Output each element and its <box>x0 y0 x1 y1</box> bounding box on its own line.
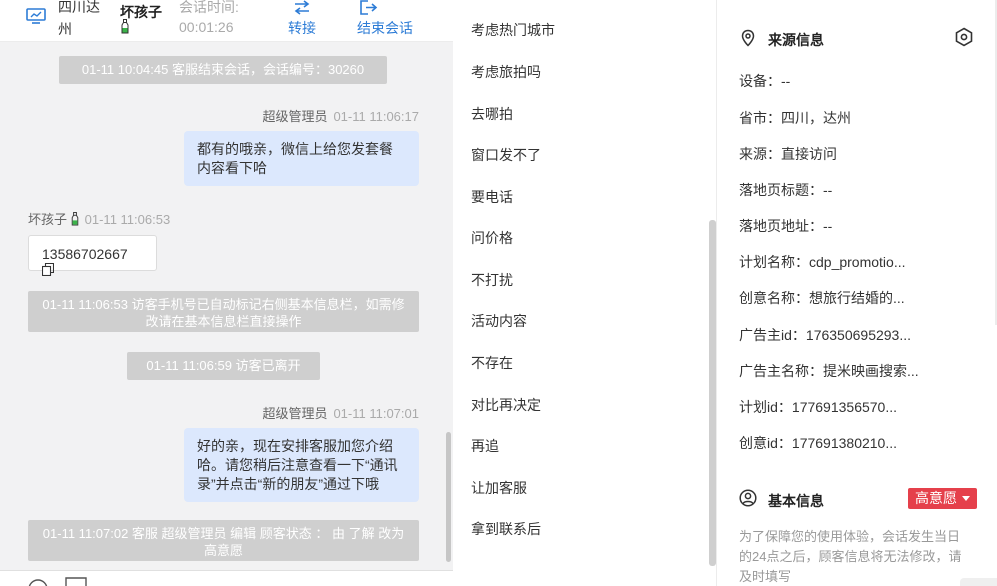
copy-icon[interactable] <box>41 262 55 277</box>
sender-name: 超级管理员 <box>262 406 328 421</box>
message-time: 01-11 11:06:17 <box>333 109 419 124</box>
bottle-icon <box>71 212 78 226</box>
transfer-label: 转接 <box>288 20 316 36</box>
quick-reply-item[interactable]: 让加客服 <box>471 478 527 498</box>
settings-icon[interactable] <box>954 27 974 47</box>
customer-service-workspace: 四川达州 坏孩子 会话时间: 00:01:26 转接 结束会话 01-11 10… <box>0 0 997 586</box>
info-row-plan-id: 计划id：177691356570... <box>739 399 898 415</box>
quick-reply-item[interactable]: 问价格 <box>471 228 513 248</box>
quick-reply-item[interactable]: 窗口发不了 <box>471 145 541 165</box>
session-time-label: 会话时间: <box>179 0 239 15</box>
chat-panel: 四川达州 坏孩子 会话时间: 00:01:26 转接 结束会话 01-11 10… <box>0 0 453 586</box>
info-row-landing-title: 落地页标题：-- <box>739 182 833 198</box>
message-time: 01-11 11:06:53 <box>84 212 171 227</box>
visitor-info-panel: 来源信息 设备：-- 省市：四川，达州 来源：直接访问 落地页标题：-- 落地页… <box>718 0 997 586</box>
visitor-location: 四川达州 <box>58 0 100 37</box>
info-row-device: 设备：-- <box>739 73 791 89</box>
location-pin-icon <box>741 29 755 47</box>
bottle-icon <box>121 19 129 34</box>
info-row-creative-name: 创意名称：想旅行结婚的... <box>739 290 905 306</box>
quick-reply-item[interactable]: 考虑旅拍吗 <box>471 62 541 82</box>
info-row-plan-name: 计划名称：cdp_promotio... <box>739 254 906 270</box>
customer-status-dropdown[interactable]: 高意愿 <box>908 488 977 509</box>
info-row-advertiser-name: 广告主名称：提米映画搜索... <box>739 363 919 379</box>
info-row-landing-url: 落地页地址：-- <box>739 218 833 234</box>
info-row-city: 省市：四川，达州 <box>739 110 851 126</box>
quick-reply-item[interactable]: 去哪拍 <box>471 104 513 124</box>
panel-corner <box>960 578 997 586</box>
system-message: 01-11 11:06:53 访客手机号已自动标记右侧基本信息栏，如需修改请在基… <box>28 291 419 332</box>
transfer-icon <box>294 0 310 15</box>
edit-deadline-note: 为了保障您的使用体验，会话发生当日的24点之后，顾客信息将无法修改，请及时填写 <box>739 529 962 584</box>
quick-reply-item[interactable]: 拿到联系后 <box>471 519 541 539</box>
chat-input-toolbar <box>0 570 453 586</box>
end-session-button[interactable]: 结束会话 <box>357 0 413 38</box>
quick-reply-item[interactable]: 不打扰 <box>471 270 513 290</box>
visitor-phone-message[interactable]: 13586702667 <box>28 235 157 277</box>
system-message: 01-11 10:04:45 客服结束会话，会话编号：30260 <box>59 56 387 84</box>
emoji-icon[interactable] <box>28 577 48 586</box>
quick-reply-scrollbar[interactable] <box>709 220 716 566</box>
agent-message-bubble: 好的亲，现在安排客服加您介绍哈。请您稍后注意查看一下“通讯录”并点击“新的朋友”… <box>184 428 419 502</box>
sender-name: 超级管理员 <box>262 109 328 124</box>
status-badge: 高意愿 <box>915 490 957 506</box>
info-row-advertiser-id: 广告主id：176350695293... <box>739 327 912 343</box>
message-time: 01-11 11:07:01 <box>333 406 419 421</box>
session-time-value: 00:01:26 <box>179 19 234 35</box>
image-icon[interactable] <box>65 577 87 586</box>
basic-info-title: 基本信息 <box>768 493 824 509</box>
chat-header: 四川达州 坏孩子 会话时间: 00:01:26 转接 结束会话 <box>0 0 453 42</box>
info-row-source: 来源：直接访问 <box>739 146 837 162</box>
quick-reply-list: 考虑热门城市 考虑旅拍吗 去哪拍 窗口发不了 要电话 问价格 不打扰 活动内容 … <box>453 0 717 586</box>
quick-reply-item[interactable]: 再追 <box>471 436 499 456</box>
agent-sender: 超级管理员 01-11 11:06:17 <box>262 106 419 125</box>
quick-reply-item[interactable]: 活动内容 <box>471 311 527 331</box>
transfer-button[interactable]: 转接 <box>288 0 316 38</box>
system-message: 01-11 11:06:59 访客已离开 <box>127 352 320 380</box>
quick-reply-item[interactable]: 考虑热门城市 <box>471 20 555 40</box>
agent-sender: 超级管理员 01-11 11:07:01 <box>262 403 419 422</box>
caret-down-icon <box>962 496 970 501</box>
sender-name: 坏孩子 <box>28 212 68 227</box>
chat-scrollbar[interactable] <box>446 432 451 562</box>
visitor-sender: 坏孩子 01-11 11:06:53 <box>28 209 170 228</box>
info-row-creative-id: 创意id：177691380210... <box>739 435 898 451</box>
user-circle-icon <box>739 489 757 507</box>
end-session-label: 结束会话 <box>357 20 413 36</box>
quick-reply-item[interactable]: 不存在 <box>471 353 513 373</box>
source-info-title: 来源信息 <box>768 32 824 48</box>
agent-message-bubble: 都有的哦亲，微信上给您发套餐内容看下哈 <box>184 131 419 186</box>
quick-reply-item[interactable]: 要电话 <box>471 187 513 207</box>
exit-icon <box>360 0 378 15</box>
quick-reply-item[interactable]: 对比再决定 <box>471 395 541 415</box>
system-message: 01-11 11:07:02 客服 超级管理员 编辑 顾客状态 ： 由 了解 改… <box>28 520 419 561</box>
monitor-icon <box>26 8 46 24</box>
phone-number: 13586702667 <box>42 246 128 262</box>
